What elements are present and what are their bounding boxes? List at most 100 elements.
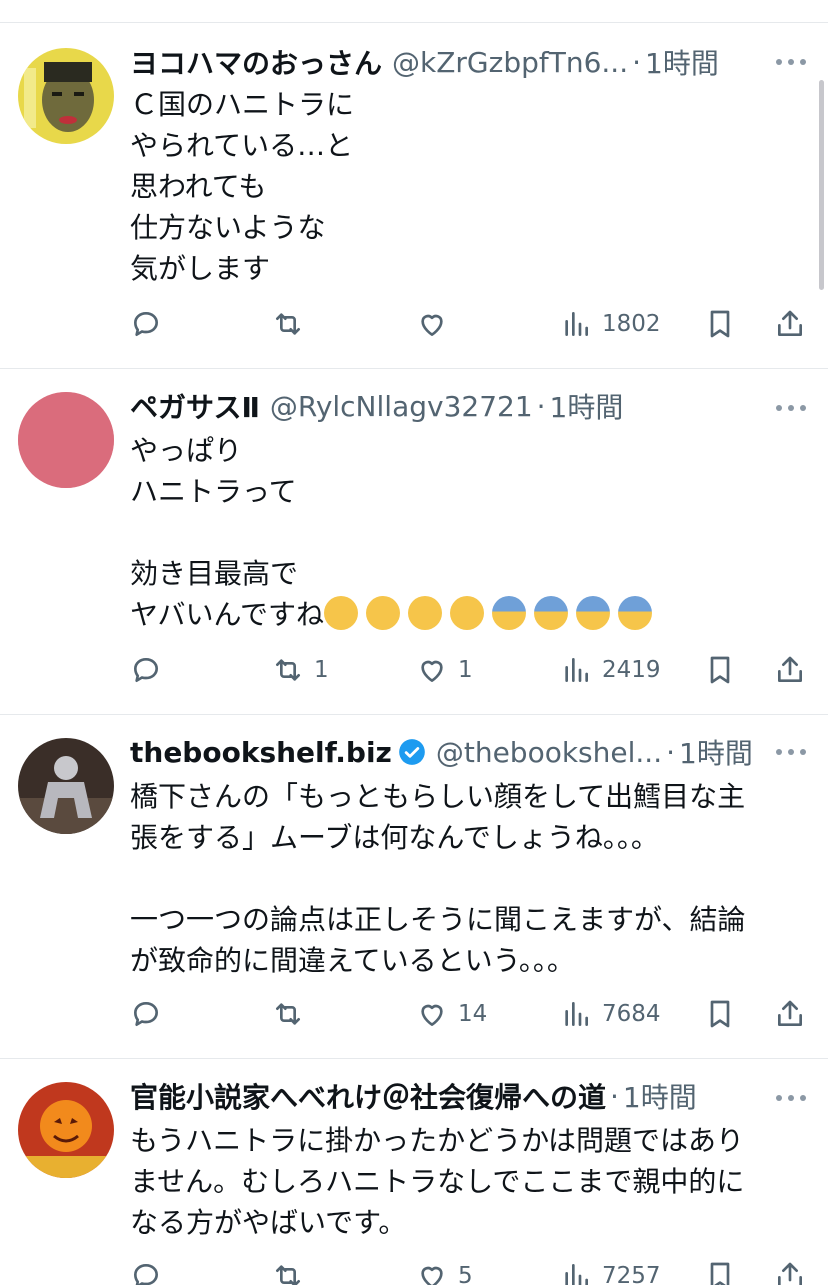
share-button[interactable]	[774, 1256, 806, 1285]
reply-button[interactable]	[130, 304, 162, 344]
tweet-text: やっぱり ハニトラって 効き目最高で ヤバいんですね	[130, 430, 798, 635]
reply-icon	[134, 312, 158, 336]
retweet-button[interactable]: 1	[272, 650, 329, 690]
views-chart-icon	[565, 1002, 588, 1026]
avatar[interactable]	[18, 48, 114, 144]
views-chart-icon	[565, 658, 588, 682]
tweet-divider	[0, 368, 828, 369]
tweet-header: ペガサスⅡ @RylcNllagv32721 · 1時間	[130, 386, 768, 426]
heart-icon	[421, 314, 443, 336]
display-name[interactable]: thebookshelf.biz	[130, 736, 392, 769]
reply-icon	[134, 1002, 158, 1026]
top-divider	[0, 22, 828, 23]
avatar-image	[18, 48, 114, 144]
share-icon	[778, 656, 802, 682]
reply-button[interactable]	[130, 650, 162, 690]
reply-button[interactable]	[130, 994, 162, 1034]
like-count: 5	[458, 1263, 473, 1285]
anxious-face-with-sweat-icon	[534, 596, 569, 630]
timestamp[interactable]: 1時間	[645, 42, 719, 82]
like-button[interactable]	[416, 304, 458, 344]
like-button[interactable]: 5	[416, 1256, 473, 1285]
scrollbar[interactable]	[819, 80, 824, 290]
action-bar: 14 7684	[130, 994, 810, 1034]
retweet-icon	[276, 313, 300, 335]
view-count: 1802	[602, 311, 661, 337]
retweet-icon	[276, 659, 300, 681]
retweet-icon	[276, 1265, 300, 1285]
separator-dot: ·	[536, 389, 546, 423]
loudly-crying-face-icon	[366, 596, 401, 630]
share-button[interactable]	[774, 304, 806, 344]
bookmark-button[interactable]	[704, 994, 736, 1034]
action-bar: 1 1 2419	[130, 650, 810, 690]
heart-icon	[421, 1266, 443, 1285]
retweet-button[interactable]	[272, 1256, 314, 1285]
emoji-row	[324, 596, 660, 631]
more-options-icon[interactable]	[776, 740, 806, 764]
like-button[interactable]: 14	[416, 994, 487, 1034]
tweet-header: ヨコハマのおっさん @kZrGzbpfTn6... · 1時間	[130, 42, 768, 82]
display-name[interactable]: ヨコハマのおっさん	[130, 42, 382, 82]
timestamp[interactable]: 1時間	[550, 386, 624, 426]
action-bar: 1802	[130, 304, 810, 344]
views-chart-icon	[565, 1264, 588, 1285]
like-button[interactable]: 1	[416, 650, 473, 690]
avatar-image	[18, 738, 114, 834]
heart-icon	[421, 1004, 443, 1026]
reply-icon	[134, 1264, 158, 1285]
views-button[interactable]: 2419	[560, 650, 661, 690]
retweet-button[interactable]	[272, 994, 314, 1034]
views-button[interactable]: 7684	[560, 994, 661, 1034]
share-button[interactable]	[774, 994, 806, 1034]
anxious-face-with-sweat-icon	[618, 596, 653, 630]
views-chart-icon	[565, 312, 588, 336]
reply-icon	[134, 658, 158, 682]
avatar[interactable]	[18, 1082, 114, 1178]
reply-button[interactable]	[130, 1256, 162, 1285]
more-options-icon[interactable]	[776, 50, 806, 74]
timestamp[interactable]: 1時間	[623, 1076, 697, 1116]
views-button[interactable]: 7257	[560, 1256, 661, 1285]
avatar[interactable]	[18, 392, 114, 488]
anxious-face-with-sweat-icon	[576, 596, 611, 630]
share-icon	[778, 1262, 802, 1285]
view-count: 2419	[602, 657, 661, 683]
tweet-text: もうハニトラに掛かったかどうかは問題ではあり ません。むしろハニトラなしでここま…	[130, 1124, 745, 1239]
separator-dot: ·	[610, 1079, 619, 1113]
display-name[interactable]: ペガサスⅡ	[130, 386, 260, 426]
user-handle[interactable]: @thebookshel...	[436, 736, 662, 769]
separator-dot: ·	[632, 45, 641, 79]
views-button[interactable]: 1802	[560, 304, 661, 344]
loudly-crying-face-icon	[324, 596, 359, 630]
tweet-text-content: やっぱり ハニトラって 効き目最高で ヤバいんですね	[130, 434, 325, 631]
share-button[interactable]	[774, 650, 806, 690]
bookmark-icon	[710, 310, 730, 338]
display-name[interactable]: 官能小説家へべれけ＠社会復帰への道	[130, 1076, 606, 1116]
avatar[interactable]	[18, 738, 114, 834]
more-options-icon[interactable]	[776, 396, 806, 420]
share-icon	[778, 310, 802, 336]
bookmark-icon	[710, 656, 730, 684]
more-options-icon[interactable]	[776, 1086, 806, 1110]
retweet-button[interactable]	[272, 304, 314, 344]
loudly-crying-face-icon	[450, 596, 485, 630]
bookmark-button[interactable]	[704, 1256, 736, 1285]
tweet-header: 官能小説家へべれけ＠社会復帰への道 · 1時間	[130, 1076, 768, 1116]
retweet-icon	[276, 1003, 300, 1025]
bookmark-button[interactable]	[704, 304, 736, 344]
view-count: 7257	[602, 1263, 661, 1285]
tweet-header: thebookshelf.biz @thebookshel... · 1時間	[130, 732, 768, 772]
heart-icon	[421, 660, 443, 682]
like-count: 14	[458, 1001, 488, 1027]
anxious-face-with-sweat-icon	[492, 596, 527, 630]
view-count: 7684	[602, 1001, 661, 1027]
loudly-crying-face-icon	[408, 596, 443, 630]
user-handle[interactable]: @RylcNllagv32721	[270, 390, 533, 423]
bookmark-button[interactable]	[704, 650, 736, 690]
action-bar: 5 7257	[130, 1256, 810, 1285]
user-handle[interactable]: @kZrGzbpfTn6...	[392, 46, 628, 79]
bookmark-icon	[710, 1000, 730, 1028]
timestamp[interactable]: 1時間	[679, 732, 753, 772]
like-count: 1	[458, 657, 473, 683]
